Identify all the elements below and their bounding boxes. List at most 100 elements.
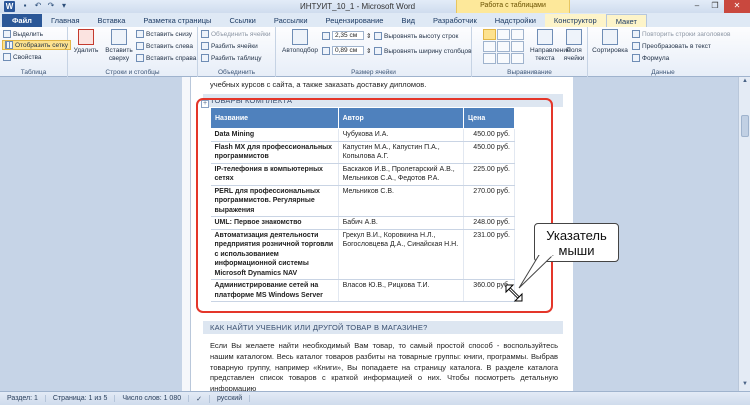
distribute-rows-icon (374, 32, 382, 40)
sort-button[interactable]: Сортировка (590, 29, 630, 55)
status-words[interactable]: Число слов: 1 080 (115, 395, 190, 402)
tab-mailings[interactable]: Рассылки (265, 14, 317, 27)
col-width-icon (322, 46, 330, 55)
row-height-spinner[interactable]: 2,35 см ⇕ (322, 31, 371, 40)
merge-cells-icon (201, 30, 209, 38)
show-grid-label: Отобразить сетку (15, 41, 69, 49)
ribbon: Выделить Отобразить сетку Свойства Табли… (0, 27, 750, 77)
select-label: Выделить (13, 30, 43, 38)
distribute-rows-button[interactable]: Выровнять высоту строк (374, 31, 458, 41)
undo-icon[interactable]: ↶ (33, 1, 43, 11)
convert-to-text-button[interactable]: Преобразовать в текст (632, 41, 711, 51)
status-bar: Раздел: 1 Страница: 1 из 5 Число слов: 1… (0, 391, 750, 405)
tab-design[interactable]: Конструктор (544, 14, 606, 27)
show-grid-button[interactable]: Отобразить сетку (2, 40, 72, 50)
qat-dropdown-icon[interactable]: ▾ (59, 1, 69, 11)
align-middle-right-button[interactable] (511, 41, 524, 52)
select-icon (3, 30, 11, 38)
tab-developer[interactable]: Разработчик (424, 14, 486, 27)
merge-cells-button[interactable]: Объединить ячейки (201, 29, 271, 39)
align-top-right-button[interactable] (511, 29, 524, 40)
spin-arrows-icon[interactable]: ⇕ (366, 47, 371, 55)
tab-file[interactable]: Файл (2, 14, 42, 27)
align-top-left-button[interactable] (483, 29, 496, 40)
align-bottom-right-button[interactable] (511, 53, 524, 64)
insert-below-icon (136, 30, 144, 38)
vertical-scrollbar[interactable]: ▲ ▼ (738, 77, 750, 391)
select-button[interactable]: Выделить (3, 29, 43, 39)
distribute-cols-icon (374, 47, 382, 55)
tab-layout[interactable]: Макет (605, 14, 647, 27)
insert-left-label: Вставить слева (146, 42, 194, 50)
align-bottom-left-button[interactable] (483, 53, 496, 64)
redo-icon[interactable]: ↷ (46, 1, 56, 11)
insert-right-label: Вставить справа (146, 54, 197, 62)
tab-view[interactable]: Вид (392, 14, 424, 27)
word-app-icon[interactable]: W (4, 1, 15, 12)
insert-below-button[interactable]: Вставить снизу (136, 29, 192, 39)
save-icon[interactable]: ▪ (20, 1, 30, 11)
col-width-spinner[interactable]: 0,89 см ⇕ (322, 46, 371, 55)
align-bottom-center-button[interactable] (497, 53, 510, 64)
heading-how-to-find: КАК НАЙТИ УЧЕБНИК ИЛИ ДРУГОЙ ТОВАР В МАГ… (203, 321, 563, 334)
maximize-icon[interactable]: ❐ (706, 0, 724, 13)
autofit-button[interactable]: Автоподбор (280, 29, 320, 55)
context-tab-title: Работа с таблицами (456, 0, 570, 13)
title-bar: W ▪ ↶ ↷ ▾ ИНТУИТ_10_1 - Microsoft Word Р… (0, 0, 750, 13)
minimize-icon[interactable]: – (688, 0, 706, 13)
col-width-input[interactable]: 0,89 см (332, 46, 364, 55)
split-table-label: Разбить таблицу (211, 54, 262, 62)
tab-review[interactable]: Рецензирование (317, 14, 393, 27)
cell-margins-label: Поля ячейки (563, 47, 585, 62)
scrollbar-thumb[interactable] (741, 115, 749, 137)
group-data: Сортировка Повторить строки заголовков П… (588, 27, 738, 77)
insert-right-button[interactable]: Вставить справа (136, 53, 196, 63)
group-label-alignment: Выравнивание (507, 69, 552, 76)
status-spellcheck-icon[interactable]: ✓ (189, 394, 210, 403)
group-table: Выделить Отобразить сетку Свойства Табли… (0, 27, 72, 77)
text-direction-icon (537, 29, 553, 45)
group-label-rows-columns: Строки и столбцы (105, 69, 160, 76)
top-text-line: учебных курсов с сайта, а также заказать… (210, 80, 427, 89)
tab-home[interactable]: Главная (42, 14, 89, 27)
tab-insert[interactable]: Вставка (89, 14, 135, 27)
split-table-button[interactable]: Разбить таблицу (201, 53, 261, 63)
insert-left-button[interactable]: Вставить слева (136, 41, 193, 51)
scroll-down-icon[interactable]: ▼ (740, 381, 750, 390)
tab-references[interactable]: Ссылки (220, 14, 264, 27)
status-language[interactable]: русский (210, 395, 251, 402)
group-merge: Объединить ячейки Разбить ячейки Разбить… (198, 27, 276, 77)
tab-addins[interactable]: Надстройки (486, 14, 545, 27)
status-page[interactable]: Страница: 1 из 5 (46, 395, 116, 402)
repeat-header-label: Повторить строки заголовков (642, 30, 731, 38)
quick-access-toolbar: ▪ ↶ ↷ ▾ (20, 1, 69, 12)
align-middle-left-button[interactable] (483, 41, 496, 52)
distribute-cols-label: Выровнять ширину столбцов (384, 47, 472, 55)
split-cells-icon (201, 42, 209, 50)
spin-arrows-icon[interactable]: ⇕ (366, 32, 371, 40)
text-direction-button[interactable]: Направление текста (530, 29, 571, 63)
repeat-header-button[interactable]: Повторить строки заголовков (632, 29, 730, 39)
distribute-cols-button[interactable]: Выровнять ширину столбцов (374, 46, 472, 56)
properties-label: Свойства (13, 53, 42, 61)
scroll-up-icon[interactable]: ▲ (740, 78, 750, 87)
close-icon[interactable]: ✕ (724, 0, 750, 13)
align-middle-center-button[interactable] (497, 41, 510, 52)
split-cells-label: Разбить ячейки (211, 42, 258, 50)
split-cells-button[interactable]: Разбить ячейки (201, 41, 258, 51)
tab-page-layout[interactable]: Разметка страницы (134, 14, 220, 27)
align-top-center-button[interactable] (497, 29, 510, 40)
repeat-header-icon (632, 30, 640, 38)
delete-button[interactable]: Удалить (70, 29, 102, 55)
group-rows-columns: Удалить Вставить сверху Вставить снизу В… (68, 27, 198, 77)
cell-alignment-grid (483, 29, 527, 65)
status-section[interactable]: Раздел: 1 (0, 395, 46, 402)
group-label-merge: Объединить (217, 69, 256, 76)
autofit-icon (292, 29, 308, 45)
cell-margins-button[interactable]: Поля ячейки (562, 29, 586, 63)
delete-icon (78, 29, 94, 45)
properties-button[interactable]: Свойства (3, 52, 42, 62)
insert-above-button[interactable]: Вставить сверху (102, 29, 136, 63)
row-height-input[interactable]: 2,35 см (332, 31, 364, 40)
formula-button[interactable]: Формула (632, 53, 669, 63)
